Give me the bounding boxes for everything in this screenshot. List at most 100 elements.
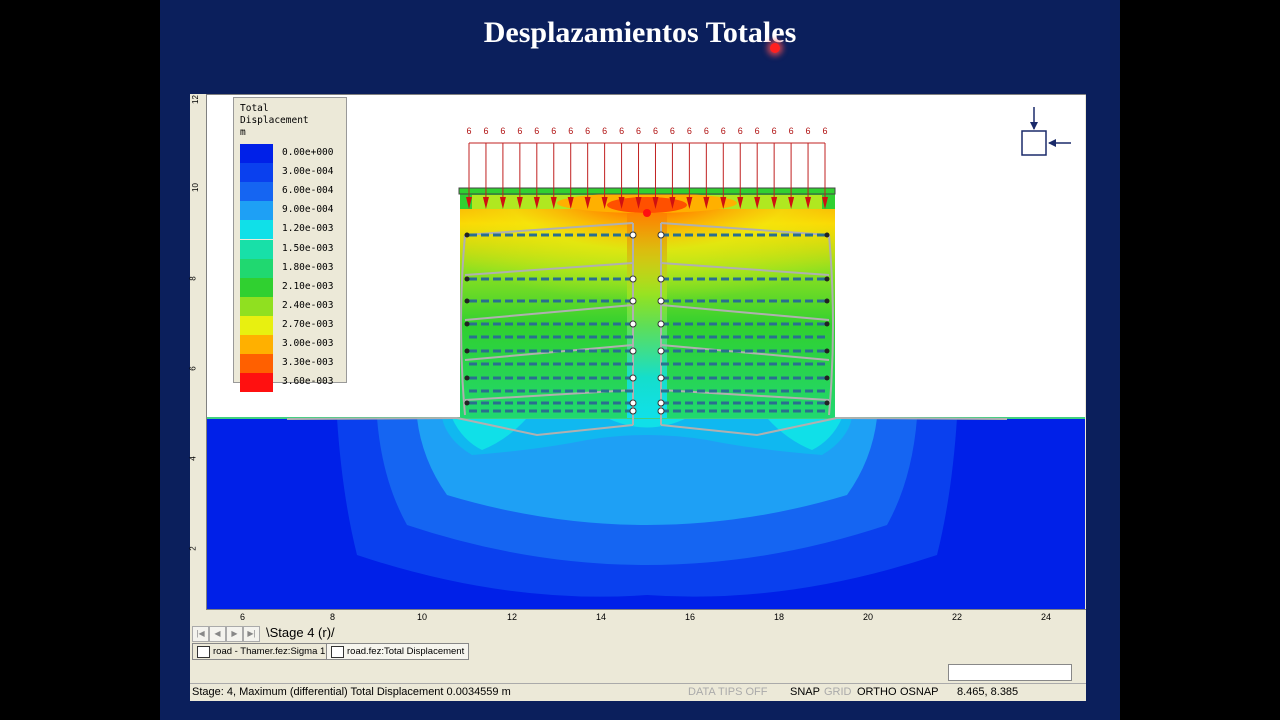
legend-panel: Total Displacement m 0.00e+000 3.00e-004 6… bbox=[233, 97, 347, 393]
stage-tab[interactable]: \Stage 4 (r)/ bbox=[266, 625, 335, 640]
load-value-label: 6 bbox=[568, 126, 573, 136]
x-tick: 10 bbox=[417, 612, 428, 622]
legend-subtitle: Displacement bbox=[240, 115, 309, 126]
x-tick: 24 bbox=[1041, 612, 1052, 622]
load-value-label: 6 bbox=[551, 126, 556, 136]
y-tick: 8 bbox=[188, 276, 198, 281]
load-value-label: 6 bbox=[653, 126, 658, 136]
stage-tabs-bar: |◀ ◀ ▶ ▶| \Stage 4 (r)/ bbox=[190, 624, 1086, 642]
load-value-label: 6 bbox=[534, 126, 539, 136]
load-value-label: 6 bbox=[483, 126, 488, 136]
doc-tab-total-displacement[interactable]: road.fez:Total Displacement bbox=[326, 643, 470, 660]
y-tick: 10 bbox=[190, 183, 200, 192]
load-value-label: 6 bbox=[670, 126, 675, 136]
slide2-app-window: 2 4 6 8 10 12 6 6 6 6 6 6 6 6 6 6 6 6 6 … bbox=[188, 94, 1086, 701]
load-value-label: 6 bbox=[687, 126, 692, 136]
doc-tab-label: road.fez:Total Displacement bbox=[347, 646, 465, 657]
y-tick: 12 bbox=[190, 95, 200, 104]
load-value-label: 6 bbox=[738, 126, 743, 136]
legend-label: 2.10e-003 bbox=[282, 280, 334, 292]
next-stage-button[interactable]: ▶ bbox=[226, 626, 243, 642]
first-stage-button[interactable]: |◀ bbox=[192, 626, 209, 642]
ortho-toggle[interactable]: ORTHO bbox=[857, 686, 897, 698]
legend-swatch bbox=[240, 373, 273, 393]
legend-swatch bbox=[240, 220, 273, 240]
load-value-label: 6 bbox=[704, 126, 709, 136]
legend-title: Total bbox=[240, 103, 269, 114]
x-tick: 16 bbox=[685, 612, 696, 622]
stage-tab-label: Stage 4 (r) bbox=[269, 625, 332, 640]
command-input[interactable] bbox=[948, 664, 1072, 681]
legend-label: 2.70e-003 bbox=[282, 318, 334, 330]
y-tick: 4 bbox=[188, 456, 198, 461]
legend-swatch bbox=[240, 354, 273, 374]
slide-title: Desplazamientos Totales bbox=[483, 16, 797, 49]
legend-swatch bbox=[240, 182, 273, 202]
legend-swatch bbox=[240, 335, 273, 355]
load-value-label: 6 bbox=[602, 126, 607, 136]
x-tick: 22 bbox=[952, 612, 963, 622]
load-value-label: 6 bbox=[806, 126, 811, 136]
axes-symbol-icon bbox=[1021, 107, 1071, 156]
slide: Desplazamientos Totales 2 4 6 8 10 12 6 … bbox=[160, 0, 1120, 720]
left-ruler: 2 4 6 8 10 12 bbox=[188, 94, 207, 610]
legend-label: 9.00e-004 bbox=[282, 204, 334, 216]
top-slab bbox=[458, 187, 836, 195]
legend-label: 0.00e+000 bbox=[282, 147, 334, 158]
x-tick: 6 bbox=[240, 612, 246, 622]
snap-toggle[interactable]: SNAP bbox=[790, 686, 820, 698]
document-tabs: road - Thamer.fez:Sigma 1 road.fez:Total… bbox=[190, 642, 1086, 660]
legend-label: 2.40e-003 bbox=[282, 299, 334, 311]
load-value-label: 6 bbox=[772, 126, 777, 136]
load-value-label: 6 bbox=[466, 126, 471, 136]
legend-swatch bbox=[240, 277, 273, 297]
load-value-label: 6 bbox=[500, 126, 505, 136]
y-tick: 6 bbox=[188, 366, 198, 371]
x-tick: 20 bbox=[863, 612, 874, 622]
legend-label: 1.20e-003 bbox=[282, 223, 334, 235]
last-stage-button[interactable]: ▶| bbox=[243, 626, 260, 642]
grid-toggle[interactable]: GRID bbox=[824, 686, 852, 698]
load-value-label: 6 bbox=[517, 126, 522, 136]
load-value-label: 6 bbox=[636, 126, 641, 136]
legend-label: 6.00e-004 bbox=[282, 185, 334, 197]
document-icon bbox=[331, 646, 344, 658]
legend-swatch bbox=[240, 315, 273, 335]
load-value-label: 6 bbox=[585, 126, 590, 136]
laser-pointer bbox=[770, 43, 780, 53]
status-message: Stage: 4, Maximum (differential) Total D… bbox=[192, 686, 511, 698]
document-icon bbox=[197, 646, 210, 658]
load-value-label: 6 bbox=[822, 126, 827, 136]
load-value-label: 6 bbox=[721, 126, 726, 136]
bottom-ruler: 6 8 10 12 14 16 18 20 22 24 bbox=[207, 609, 1086, 625]
legend-swatch bbox=[240, 144, 273, 164]
legend-label: 3.60e-003 bbox=[282, 376, 334, 388]
x-tick: 12 bbox=[507, 612, 518, 622]
y-tick: 2 bbox=[188, 546, 198, 551]
doc-tab-sigma[interactable]: road - Thamer.fez:Sigma 1 bbox=[192, 643, 331, 660]
legend-swatch bbox=[240, 258, 273, 278]
legend-swatch bbox=[240, 296, 273, 316]
load-value-label: 6 bbox=[789, 126, 794, 136]
legend-swatch bbox=[240, 163, 273, 183]
legend-label: 3.00e-004 bbox=[282, 166, 334, 178]
load-value-label: 6 bbox=[619, 126, 624, 136]
x-tick: 8 bbox=[330, 612, 336, 622]
x-tick: 14 bbox=[596, 612, 607, 622]
legend-swatch bbox=[240, 239, 273, 259]
status-bar: Stage: 4, Maximum (differential) Total D… bbox=[190, 683, 1086, 701]
legend-label: 1.50e-003 bbox=[282, 242, 334, 254]
x-tick: 18 bbox=[774, 612, 785, 622]
legend-unit: m bbox=[240, 127, 246, 138]
osnap-toggle[interactable]: OSNAP bbox=[900, 686, 939, 698]
load-value-label: 6 bbox=[755, 126, 760, 136]
legend-swatch bbox=[240, 201, 273, 221]
data-tips-toggle[interactable]: DATA TIPS OFF bbox=[688, 686, 767, 698]
model-canvas[interactable]: 6 6 6 6 6 6 6 6 6 6 6 6 6 6 6 6 6 6 6 6 6 6 Total Displacemen… bbox=[207, 95, 1085, 609]
legend-label: 3.30e-003 bbox=[282, 357, 334, 369]
legend-label: 3.00e-003 bbox=[282, 338, 334, 349]
cursor-coordinates: 8.465, 8.385 bbox=[957, 686, 1019, 698]
legend-label: 1.80e-003 bbox=[282, 261, 334, 273]
doc-tab-label: road - Thamer.fez:Sigma 1 bbox=[213, 646, 326, 657]
prev-stage-button[interactable]: ◀ bbox=[209, 626, 226, 642]
